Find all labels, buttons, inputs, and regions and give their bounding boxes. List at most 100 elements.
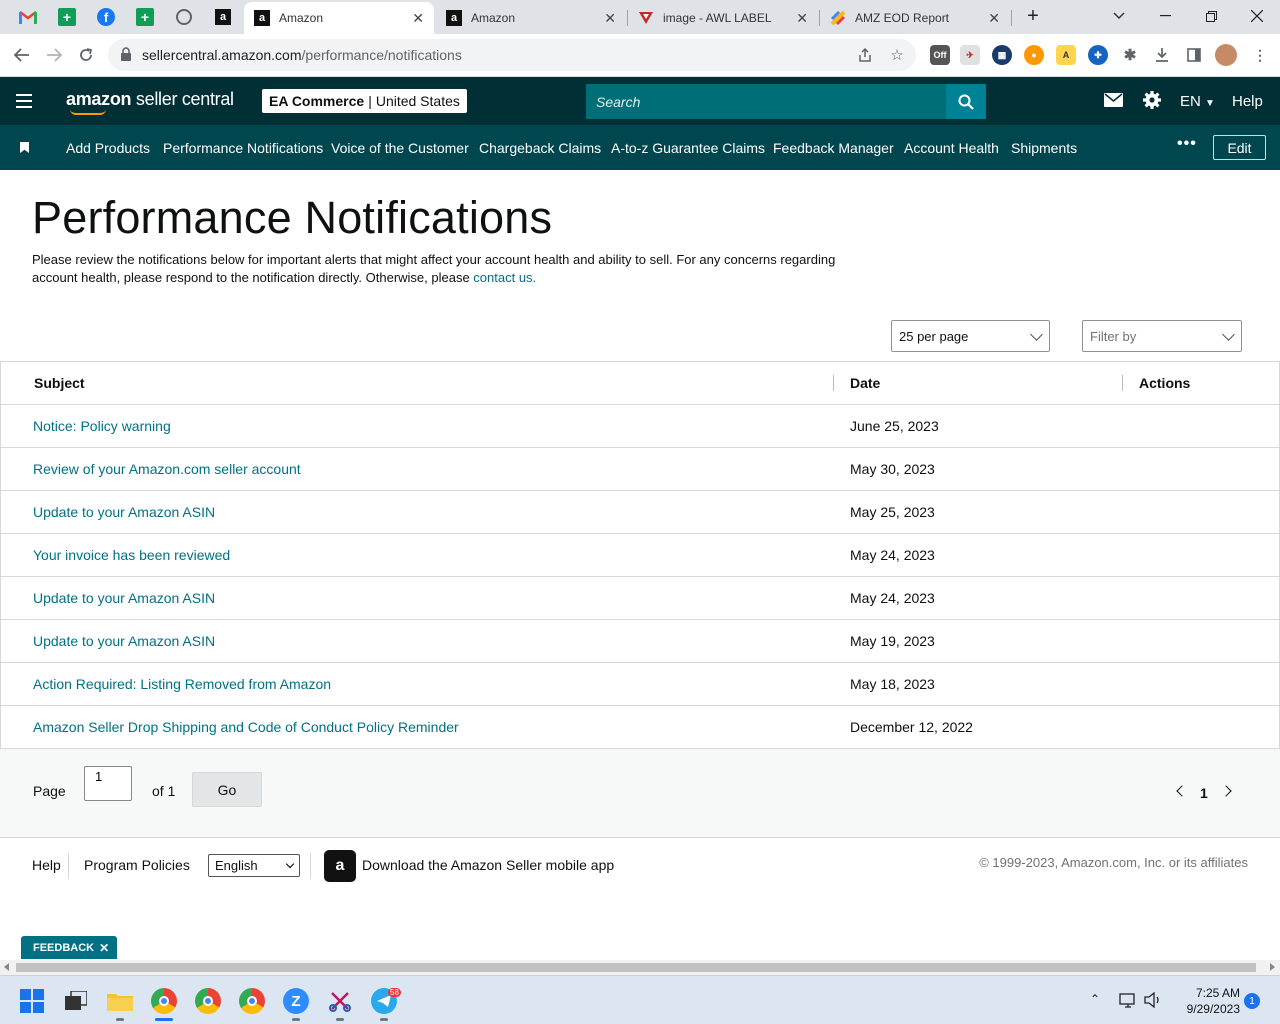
page-number-input[interactable]	[84, 766, 132, 801]
notification-badge[interactable]: 1	[1244, 993, 1260, 1009]
sheets-pinned-tab-2[interactable]: +	[134, 6, 156, 28]
download-app-link[interactable]: Download the Amazon Seller mobile app	[362, 857, 614, 873]
column-date[interactable]: Date	[850, 375, 880, 391]
per-page-select[interactable]: 25 per page	[891, 320, 1050, 352]
notification-subject-link[interactable]: Your invoice has been reviewed	[33, 547, 230, 563]
forward-icon[interactable]	[43, 44, 65, 66]
extension-6-icon[interactable]: ✚	[1088, 45, 1108, 65]
browser-menu-icon[interactable]: ⋮	[1250, 45, 1270, 65]
nav-voice-of-the-customer[interactable]: Voice of the Customer	[331, 140, 469, 156]
close-icon[interactable]: ✕	[99, 941, 109, 955]
extension-2-icon[interactable]: ✈	[960, 45, 980, 65]
extension-off-icon[interactable]: Off	[930, 45, 950, 65]
notification-subject-link[interactable]: Update to your Amazon ASIN	[33, 504, 215, 520]
snipping-tool-icon[interactable]	[327, 988, 353, 1014]
notification-subject-link[interactable]: Update to your Amazon ASIN	[33, 590, 215, 606]
extension-4-icon[interactable]: ●	[1024, 45, 1044, 65]
profile-avatar-icon[interactable]	[1215, 44, 1237, 66]
nav-performance-notifications[interactable]: Performance Notifications	[163, 140, 323, 156]
side-panel-icon[interactable]	[1184, 45, 1204, 65]
search-input[interactable]	[586, 84, 946, 119]
facebook-pinned-tab[interactable]: f	[95, 6, 117, 28]
previous-page-icon[interactable]	[1176, 785, 1188, 797]
next-page-icon[interactable]	[1220, 785, 1232, 797]
seller-central-logo[interactable]: amazon seller central	[66, 89, 234, 115]
notification-subject-link[interactable]: Notice: Policy warning	[33, 418, 171, 434]
back-icon[interactable]	[11, 44, 33, 66]
gmail-pinned-tab[interactable]	[17, 6, 39, 28]
scrollbar-thumb[interactable]	[16, 963, 1256, 972]
settings-gear-icon[interactable]	[1142, 90, 1162, 110]
amazon-app-icon[interactable]: a	[324, 850, 356, 882]
file-explorer-icon[interactable]	[107, 988, 133, 1014]
tab-amazon[interactable]: a Amazon ✕	[436, 2, 626, 34]
column-subject[interactable]: Subject	[34, 375, 85, 391]
chrome-profile-3-icon[interactable]	[239, 988, 265, 1014]
current-page-number[interactable]: 1	[1200, 785, 1208, 801]
system-clock[interactable]: 7:25 AM 9/29/2023	[1170, 985, 1240, 1017]
restore-icon[interactable]	[1196, 4, 1226, 28]
nav-shipments[interactable]: Shipments	[1011, 140, 1077, 156]
close-tab-icon[interactable]: ✕	[988, 10, 1000, 27]
edit-nav-button[interactable]: Edit	[1213, 135, 1266, 160]
tab-amazon-active[interactable]: a Amazon ✕	[244, 2, 434, 34]
nav-account-health[interactable]: Account Health	[904, 140, 999, 156]
show-hidden-icons-chevron-icon[interactable]: ⌃	[1090, 992, 1100, 1006]
extension-5-icon[interactable]: A	[1056, 45, 1076, 65]
feedback-tab[interactable]: FEEDBACK ✕	[21, 936, 118, 959]
nav-add-products[interactable]: Add Products	[66, 140, 150, 156]
nav-feedback-manager[interactable]: Feedback Manager	[773, 140, 894, 156]
chrome-icon[interactable]	[151, 988, 177, 1014]
reload-icon[interactable]	[75, 44, 97, 66]
tab-search-icon[interactable]	[1104, 4, 1134, 28]
notification-subject-link[interactable]: Review of your Amazon.com seller account	[33, 461, 301, 477]
notification-subject-link[interactable]: Action Required: Listing Removed from Am…	[33, 676, 331, 692]
tab-amz-eod-report[interactable]: AMZ EOD Report ✕	[820, 2, 1010, 34]
more-options-icon[interactable]: •••	[1177, 135, 1197, 153]
share-icon[interactable]	[856, 46, 874, 64]
volume-icon[interactable]	[1144, 991, 1162, 1011]
search-button[interactable]	[946, 84, 986, 119]
footer-language-select[interactable]: English	[208, 854, 300, 877]
extensions-puzzle-icon[interactable]: ✱	[1120, 45, 1140, 65]
scroll-right-icon[interactable]	[1270, 963, 1275, 971]
address-bar[interactable]: sellercentral.amazon.com/performance/not…	[108, 39, 916, 71]
network-icon[interactable]	[1119, 992, 1137, 1011]
globe-pinned-tab[interactable]	[173, 6, 195, 28]
close-tab-icon[interactable]: ✕	[604, 10, 616, 27]
close-tab-icon[interactable]: ✕	[796, 10, 808, 27]
download-icon[interactable]	[1152, 45, 1172, 65]
sheets-pinned-tab[interactable]: +	[56, 6, 78, 28]
close-tab-icon[interactable]: ✕	[412, 10, 424, 27]
program-policies-link[interactable]: Program Policies	[84, 857, 190, 873]
footer-help-link[interactable]: Help	[32, 857, 61, 873]
help-link[interactable]: Help	[1232, 93, 1263, 110]
bookmark-star-icon[interactable]: ☆	[888, 46, 906, 64]
mail-icon[interactable]	[1104, 93, 1123, 107]
extension-3-icon[interactable]: ▦	[992, 45, 1012, 65]
nav-chargeback-claims[interactable]: Chargeback Claims	[479, 140, 601, 156]
new-tab-icon[interactable]: +	[1018, 4, 1048, 28]
windows-start-icon[interactable]	[19, 988, 45, 1014]
contact-us-link[interactable]: contact us.	[473, 270, 536, 285]
zoom-icon[interactable]: Z	[283, 988, 309, 1014]
nav-a-to-z-claims[interactable]: A-to-z Guarantee Claims	[611, 140, 765, 156]
scroll-left-icon[interactable]	[4, 963, 9, 971]
horizontal-scrollbar[interactable]	[0, 960, 1280, 975]
filter-select[interactable]: Filter by	[1082, 320, 1242, 352]
tab-awl-label[interactable]: image - AWL LABEL ✕	[628, 2, 818, 34]
task-view-icon[interactable]	[63, 988, 89, 1014]
language-selector[interactable]: EN ▼	[1180, 93, 1215, 110]
store-switcher[interactable]: EA Commerce | United States	[262, 89, 467, 113]
browser-toolbar: sellercentral.amazon.com/performance/not…	[0, 34, 1280, 77]
amazon-pinned-tab[interactable]: a	[212, 6, 234, 28]
notification-subject-link[interactable]: Update to your Amazon ASIN	[33, 633, 215, 649]
chrome-profile-2-icon[interactable]	[195, 988, 221, 1014]
close-window-icon[interactable]	[1242, 4, 1272, 28]
notification-subject-link[interactable]: Amazon Seller Drop Shipping and Code of …	[33, 719, 459, 735]
minimize-icon[interactable]	[1150, 4, 1180, 28]
hamburger-menu-icon[interactable]	[16, 94, 32, 108]
bookmark-icon[interactable]	[20, 142, 29, 153]
table-row: Review of your Amazon.com seller account…	[1, 448, 1279, 491]
go-button[interactable]: Go	[192, 772, 262, 807]
